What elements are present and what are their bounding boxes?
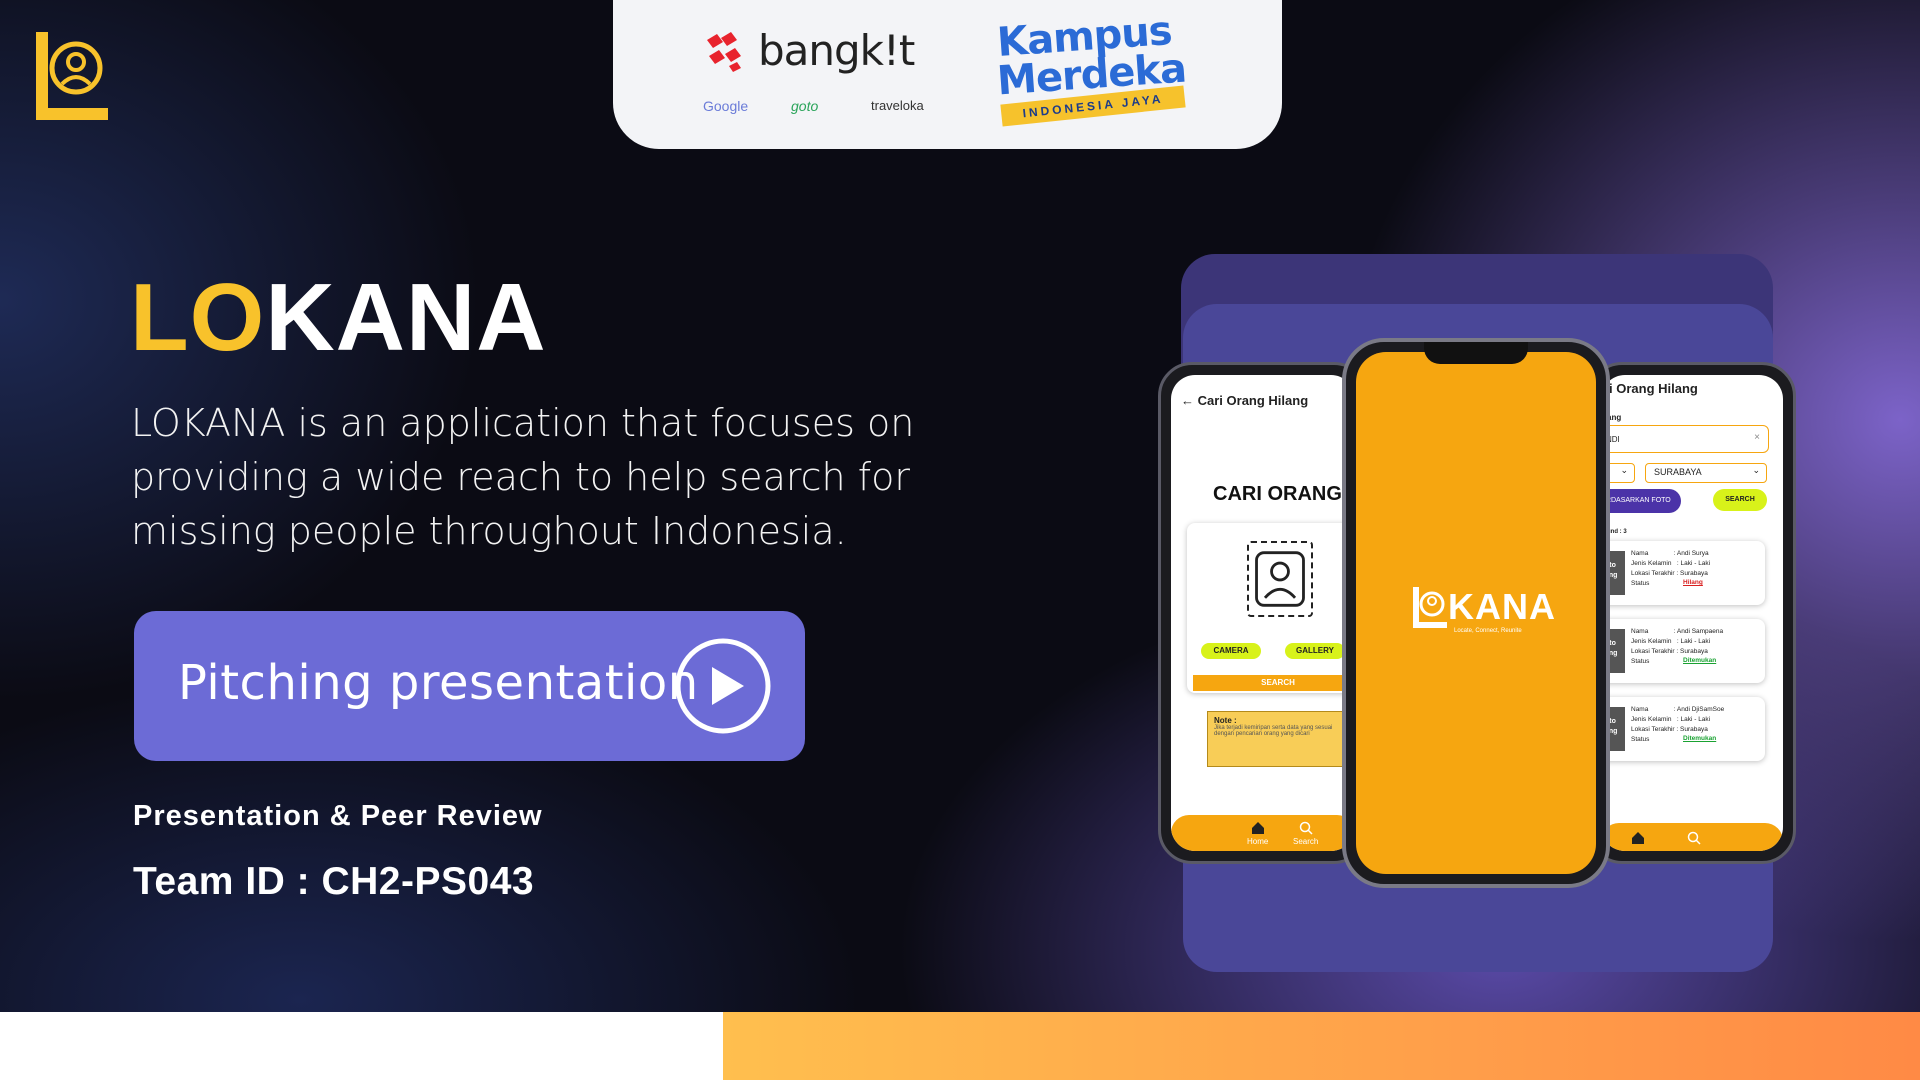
app-description: LOKANA is an application that focuses on… (131, 401, 915, 553)
tab-search[interactable]: Search (1293, 837, 1318, 846)
person-icon (1247, 541, 1313, 617)
screen-header: ← Cari Orang Hilang (1181, 393, 1309, 408)
result-status: Ditemukan (1683, 735, 1717, 742)
sponsor-goto: goto (791, 98, 819, 114)
bottom-tab-bar (1601, 823, 1783, 851)
screen-title: CARI ORANG (1213, 483, 1342, 505)
phone-mockup-search-photo: ← Cari Orang Hilang CARI ORANG CAMERA GA… (1158, 362, 1368, 864)
camera-button[interactable]: CAMERA (1201, 643, 1261, 659)
lokana-logo-icon (36, 32, 108, 120)
home-icon[interactable] (1631, 831, 1645, 845)
phone-notch (1424, 342, 1528, 364)
note-body: Jika terjadi kemiripan serta data yang s… (1214, 725, 1333, 737)
result-card[interactable]: oto ang Nama : Andi DjiSamSoe Jenis Kela… (1601, 697, 1765, 761)
footer-bar-gradient (723, 1012, 1920, 1080)
screen-header-text: Cari Orang Hilang (1197, 393, 1309, 408)
presentation-subtitle: Presentation & Peer Review (133, 800, 543, 832)
search-icon[interactable] (1299, 821, 1313, 835)
lokana-logo-icon (1413, 587, 1447, 628)
city-select[interactable]: SURABAYA ⌄ (1645, 463, 1767, 483)
gallery-button[interactable]: GALLERY (1285, 643, 1345, 659)
bangkit-wordmark: bangk!t (758, 26, 915, 75)
pitching-presentation-label: Pitching presentation (178, 655, 699, 711)
title-highlight: LO (130, 264, 266, 371)
screen-header: i Orang Hilang (1609, 381, 1698, 396)
search-button[interactable]: SEARCH (1193, 675, 1355, 691)
splash-wordmark: KANA (1448, 586, 1556, 627)
name-input[interactable]: NDI × (1601, 425, 1769, 453)
search-icon[interactable] (1687, 831, 1701, 845)
result-status: Ditemukan (1683, 657, 1717, 664)
footer-bar-white (0, 1012, 723, 1080)
photo-upload-card: CAMERA GALLERY (1187, 523, 1355, 693)
tab-home[interactable]: Home (1247, 837, 1268, 846)
phone-mockup-results: i Orang Hilang ang NDI × ⌄ SURABAYA ⌄ ERDA… (1588, 362, 1796, 864)
search-by-photo-button[interactable]: ERDASARKAN FOTO (1601, 489, 1681, 513)
phone-screen: ← Cari Orang Hilang CARI ORANG CAMERA GA… (1171, 375, 1355, 851)
home-icon[interactable] (1251, 821, 1265, 835)
city-select-value: SURABAYA (1654, 467, 1702, 477)
sponsor-traveloka: traveloka (871, 98, 924, 113)
chevron-down-icon: ⌄ (1752, 465, 1760, 475)
note-title: Note : (1214, 716, 1237, 725)
partner-logos-card: bangk!t Google goto traveloka Kampus Mer… (613, 0, 1282, 149)
result-card[interactable]: oto ang Nama : Andi Sampaena Jenis Kelam… (1601, 619, 1765, 683)
phone-screen: KANA Locate, Connect, Reunite (1356, 352, 1596, 874)
search-button[interactable]: SEARCH (1713, 489, 1767, 511)
result-card[interactable]: oto ang Nama : Andi Surya Jenis Kelamin … (1601, 541, 1765, 605)
play-icon[interactable] (674, 637, 772, 735)
app-title: LOKANA (130, 270, 547, 366)
note-box: Note : Jika terjadi kemiripan serta data… (1207, 711, 1355, 767)
result-status: Hilang (1683, 579, 1703, 586)
phone-screen: i Orang Hilang ang NDI × ⌄ SURABAYA ⌄ ERDA… (1601, 375, 1783, 851)
chevron-down-icon: ⌄ (1620, 465, 1628, 475)
pitching-presentation-button[interactable]: Pitching presentation (134, 611, 805, 761)
clear-icon[interactable]: × (1754, 432, 1760, 443)
title-rest: KANA (265, 264, 547, 371)
bangkit-logo-icon (707, 32, 741, 72)
sponsor-google: Google (703, 98, 749, 114)
bottom-tab-bar: Home Search (1171, 815, 1355, 851)
splash-tagline: Locate, Connect, Reunite (1454, 628, 1522, 634)
team-id: Team ID : CH2-PS043 (133, 860, 535, 903)
phone-mockup-splash: KANA Locate, Connect, Reunite (1342, 338, 1610, 888)
